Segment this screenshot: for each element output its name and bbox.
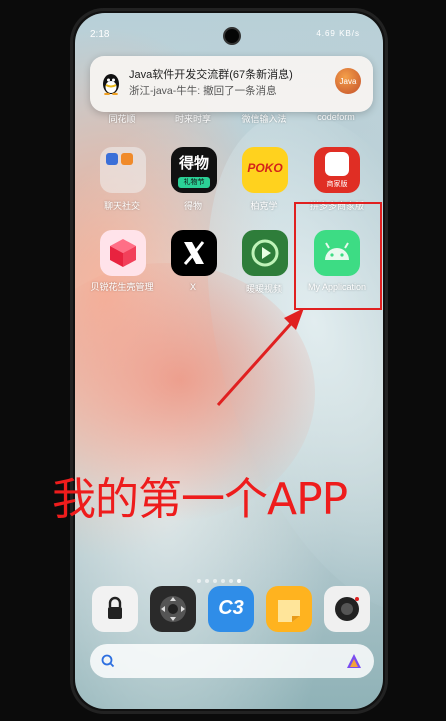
annotation-arrow [216,308,304,407]
annotation-caption: 我的第一个APP [52,474,348,525]
